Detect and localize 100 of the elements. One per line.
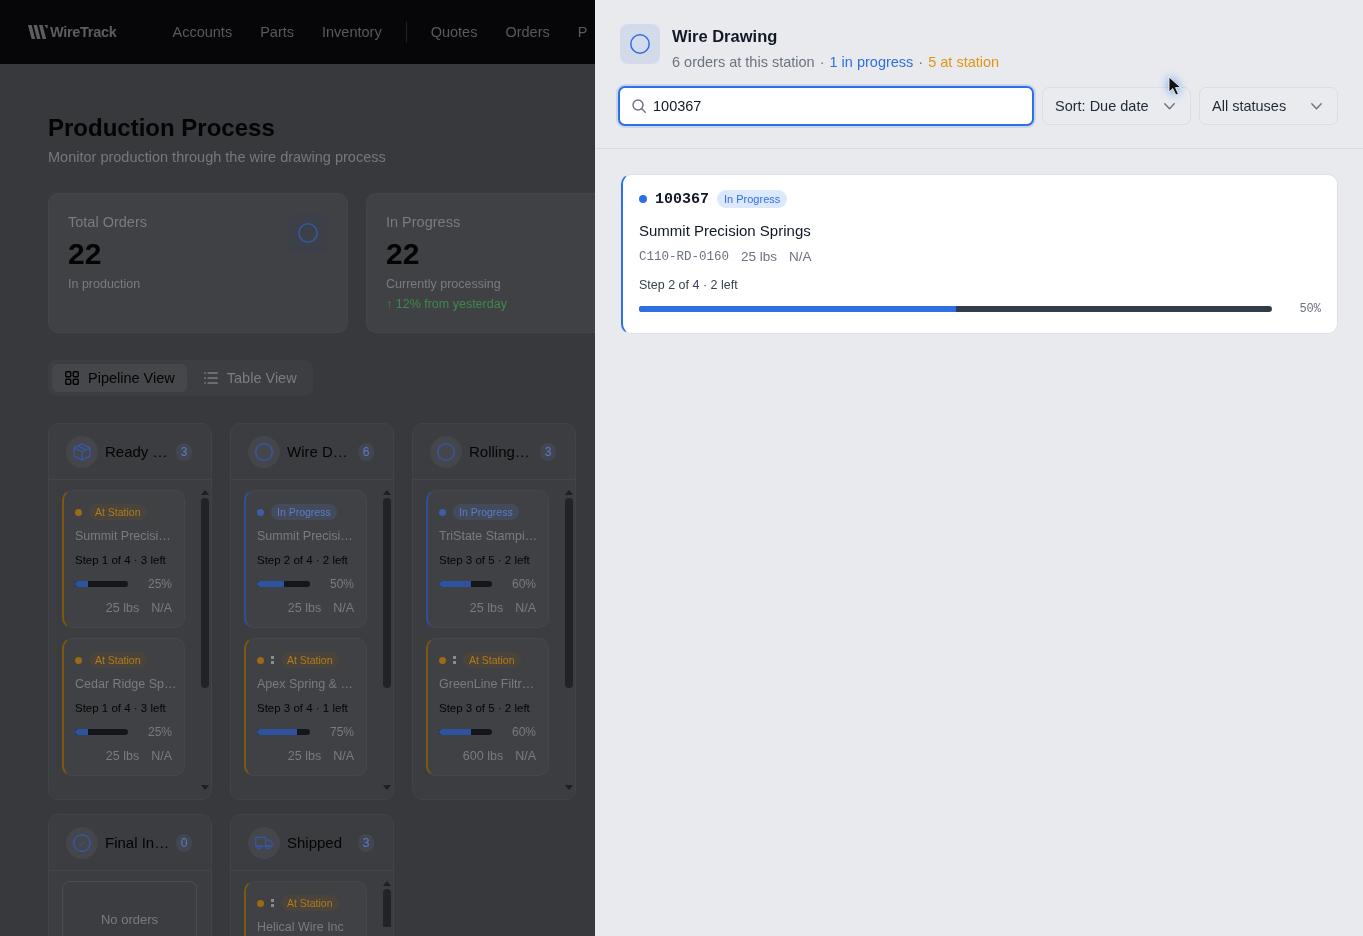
scroll-up-icon[interactable]	[565, 490, 573, 495]
stat-note: Currently processing	[386, 276, 501, 292]
weight-text: 25 lbs	[287, 601, 322, 615]
extra-text: N/A	[151, 601, 172, 615]
status-dot	[639, 195, 647, 203]
column-title: Final In…	[105, 832, 168, 853]
scroll-down-icon[interactable]	[201, 785, 209, 790]
scrollbar-thumb[interactable]	[383, 889, 391, 927]
weight-text: 600 lbs	[462, 749, 504, 763]
percent-text: 25%	[147, 577, 172, 591]
circle-icon	[430, 435, 462, 468]
view-tab[interactable]: Table View	[190, 364, 309, 392]
column-title: Wire D…	[287, 441, 349, 462]
nav-link[interactable]: Orders	[505, 22, 550, 42]
scroll-up-icon[interactable]	[383, 490, 391, 495]
scroll-down-icon[interactable]	[383, 785, 391, 790]
status-badge: In Progress	[453, 504, 519, 520]
count-badge: 3	[540, 442, 556, 461]
empty-state: No orders	[62, 881, 197, 936]
nav-link[interactable]: P	[577, 22, 588, 42]
extra-text: N/A	[515, 749, 536, 763]
percent-text: 25%	[147, 725, 172, 739]
column-title: Rolling…	[469, 441, 531, 462]
customer-name: GreenLine Filtr…	[439, 676, 536, 692]
trend-text: ↑ 12% from yesterday	[386, 296, 507, 312]
status-dot	[257, 899, 264, 907]
status-badge: At Station	[89, 652, 147, 668]
status-dot	[75, 508, 82, 516]
order-card[interactable]: At Station Cedar Ridge Sp… Step 1 of 4 · 3 left 25% 25 lbs N/A	[62, 638, 185, 776]
filter-dropdown[interactable]: All statuses	[1199, 87, 1338, 125]
nav-link[interactable]: Accounts	[172, 22, 233, 42]
cursor-icon	[1168, 76, 1182, 96]
filter-dropdown[interactable]: Sort: Due date	[1042, 87, 1191, 125]
status-dot	[439, 656, 446, 664]
status-dot	[439, 508, 446, 516]
order-card[interactable]: At Station Apex Spring & … Step 3 of 4 · 1 left 75% 25 lbs N/A	[244, 638, 367, 776]
percent-text: 75%	[329, 725, 354, 739]
scrollbar-thumb[interactable]	[201, 498, 209, 688]
truck-icon	[248, 826, 280, 859]
status-dot	[257, 508, 264, 516]
percent-text: 50%	[329, 577, 354, 591]
list-icon	[203, 371, 218, 385]
summary-text: 6 orders at this station	[672, 53, 815, 72]
extra-text: N/A	[151, 749, 172, 763]
weight-text: 25 lbs	[741, 248, 778, 266]
order-card[interactable]: 100367 In Progress Summit Precision Springs C110-RD-0160 25 lbs N/A Step 2 of 4 · 2 left 50%	[621, 174, 1338, 334]
stat-label: In Progress	[386, 213, 461, 232]
summary-text: 5 at station	[928, 53, 1000, 72]
box-icon	[66, 435, 98, 468]
extra-text: N/A	[333, 749, 354, 763]
panel-title: Wire Drawing	[672, 26, 779, 46]
part-number: C110-RD-0160	[639, 249, 729, 266]
page-subtitle: Monitor production through the wire drawing process	[48, 148, 387, 167]
column-title: Ready …	[105, 441, 168, 462]
weight-text: 25 lbs	[287, 749, 322, 763]
nav-link[interactable]: Inventory	[322, 22, 382, 42]
step-text: Step 1 of 4 · 3 left	[75, 701, 167, 716]
percent-text: 50%	[1299, 302, 1321, 316]
check-circle-icon	[66, 826, 98, 859]
status-dot	[257, 656, 264, 664]
status-badge: In Progress	[717, 190, 788, 208]
scrollbar-thumb[interactable]	[383, 498, 391, 688]
status-badge: At Station	[463, 652, 521, 668]
extra-text: N/A	[515, 601, 536, 615]
customer-name: TriState Stampi…	[439, 528, 539, 544]
summary-separator: ·	[918, 53, 924, 72]
status-badge: In Progress	[271, 504, 337, 520]
percent-text: 60%	[511, 725, 536, 739]
scroll-down-icon[interactable]	[565, 785, 573, 790]
customer-name: Apex Spring & …	[257, 676, 354, 692]
logo-icon	[28, 25, 48, 39]
count-badge: 6	[358, 442, 374, 461]
order-card[interactable]: At Station Summit Precisi… Step 1 of 4 · 3 left 25% 25 lbs N/A	[62, 490, 185, 628]
customer-name: Cedar Ridge Sp…	[75, 676, 176, 692]
circle-icon	[248, 435, 280, 468]
nav-link[interactable]: Parts	[260, 22, 294, 42]
count-badge: 3	[176, 442, 192, 461]
percent-text: 60%	[511, 577, 536, 591]
search-field[interactable]: 100367	[618, 86, 1034, 126]
order-card[interactable]: At Station Helical Wire Inc	[244, 881, 367, 936]
count-badge: 3	[358, 833, 374, 852]
scrollbar-thumb[interactable]	[565, 498, 573, 688]
view-tab[interactable]: Pipeline View	[52, 364, 187, 392]
step-text: Step 1 of 4 · 3 left	[75, 553, 167, 568]
status-badge: At Station	[281, 895, 339, 911]
extra-text: N/A	[789, 248, 812, 266]
page-title: Production Process	[48, 113, 276, 143]
scroll-up-icon[interactable]	[201, 490, 209, 495]
status-badge: At Station	[281, 652, 339, 668]
stat-label: Total Orders	[68, 213, 147, 232]
summary-separator: ·	[819, 53, 825, 72]
customer-name: Summit Precision Springs	[639, 221, 812, 241]
weight-text: 25 lbs	[469, 601, 504, 615]
scroll-up-icon[interactable]	[383, 881, 391, 886]
grid-icon	[65, 371, 79, 385]
logo-text: WireTrack	[50, 24, 117, 40]
count-badge: 0	[176, 833, 192, 852]
customer-name: Summit Precisi…	[257, 528, 354, 544]
nav-link[interactable]: Quotes	[430, 22, 478, 42]
extra-text: N/A	[333, 601, 354, 615]
